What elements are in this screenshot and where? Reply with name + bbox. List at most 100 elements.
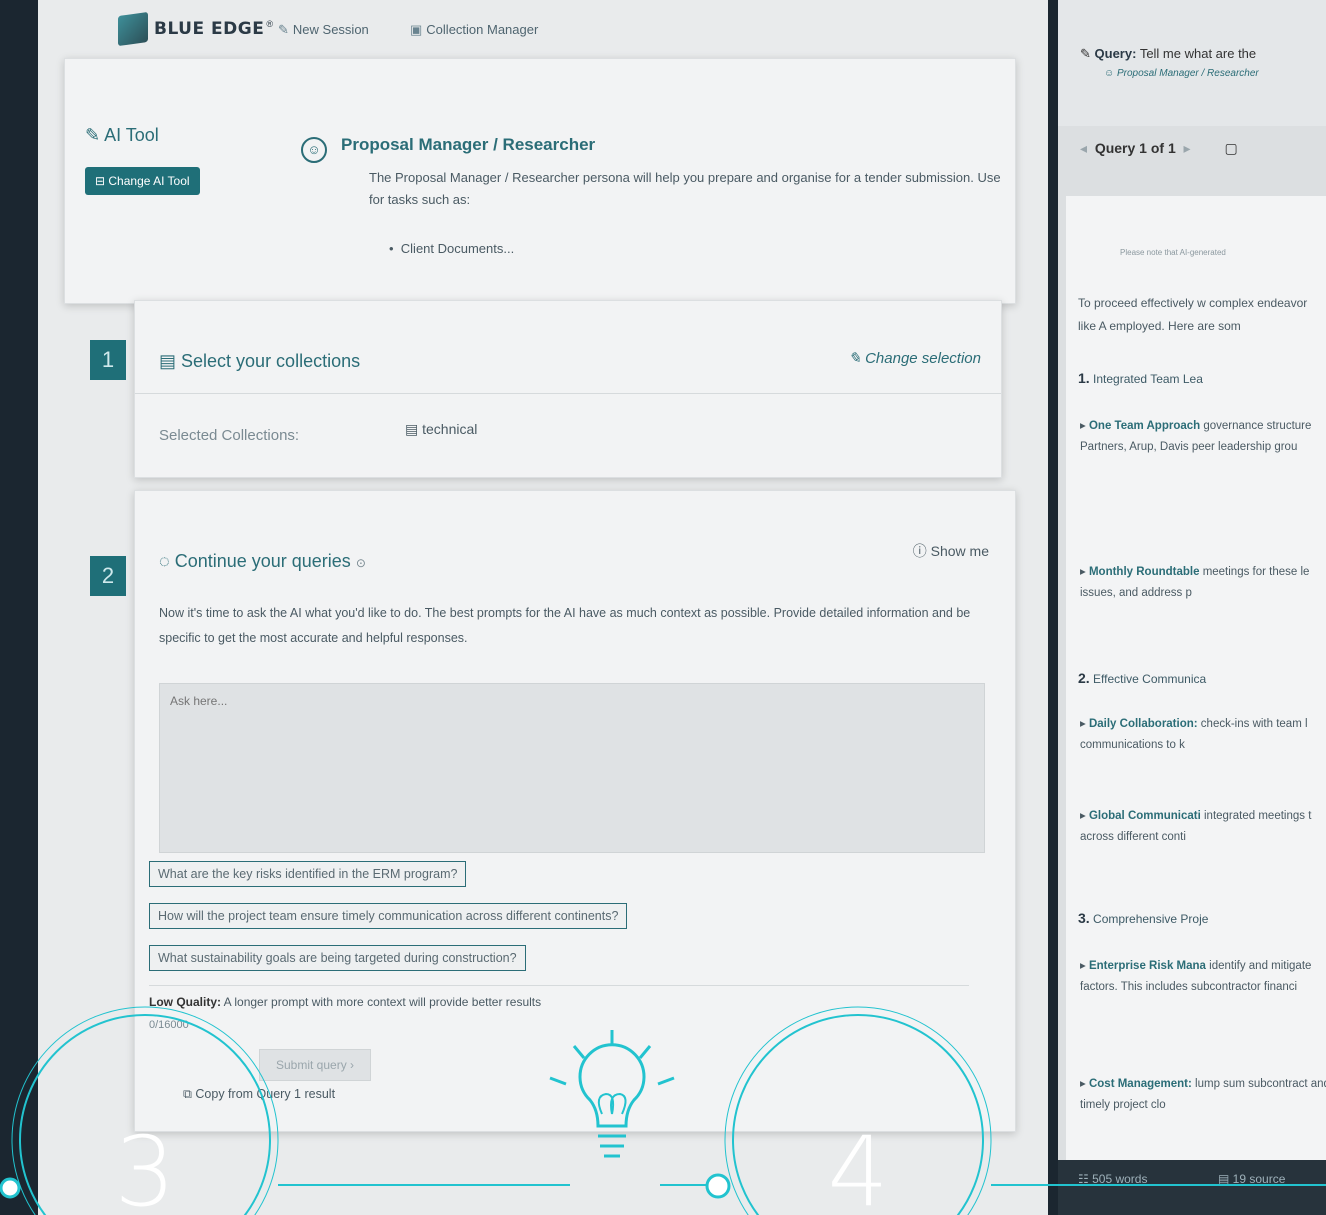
persona-avatar-icon: ☺ (301, 137, 327, 163)
answer-list-item: ▸ Enterprise Risk Mana identify and miti… (1080, 960, 1312, 993)
collections-heading-text: Select your collections (181, 351, 361, 371)
copy-from-label: Copy from Query 1 result (195, 1087, 336, 1101)
logo-cube-icon (118, 11, 148, 47)
item-title: Enterprise Risk Mana (1088, 960, 1206, 972)
item-title: Global Communicati (1088, 810, 1201, 822)
selected-collection-chip[interactable]: ▤ technical (405, 421, 477, 438)
persona-icon: ☺ (1104, 68, 1117, 79)
submit-query-label: Submit query (276, 1058, 347, 1072)
query-persona: ☺ Proposal Manager / Researcher (1104, 68, 1259, 79)
collections-heading: ▤ Select your collections (159, 351, 360, 372)
info-icon[interactable]: ⊙ (356, 556, 366, 570)
answer-list-item: ▸ Global Communicati integrated meetings… (1080, 810, 1312, 843)
item-title: Monthly Roundtable (1088, 566, 1200, 578)
briefcase-icon: ⊟ (95, 174, 109, 188)
ai-tool-card: ✎ AI Tool ⊟ Change AI Tool ☺ Proposal Ma… (64, 58, 1016, 304)
source-icon: ▤ (1218, 1172, 1233, 1186)
prompt-quality: Low Quality: A longer prompt with more c… (149, 995, 541, 1009)
logo-registered-mark: ® (266, 19, 273, 29)
word-count-text: 505 words (1092, 1172, 1148, 1186)
query-header: ✎ Query: Tell me what are the ☺ Proposal… (1058, 0, 1326, 126)
change-ai-tool-label: Change AI Tool (108, 174, 190, 188)
answer-box (1066, 196, 1326, 1176)
answer-intro: To proceed effectively w complex endeavo… (1078, 296, 1308, 333)
collection-icon: ▤ (405, 421, 423, 437)
query-text: Tell me what are the (1139, 46, 1257, 61)
selected-collections-label: Selected Collections: (159, 427, 300, 444)
answer-list-item: ▸ Cost Management: lump sum subcontract … (1080, 1074, 1326, 1116)
status-bar: ☷ 505 words ▤ 19 source (1058, 1160, 1326, 1215)
suggestion-chip[interactable]: What sustainability goals are being targ… (149, 945, 526, 971)
answer-list-item: ▸ One Team Approach governance structure… (1080, 420, 1312, 453)
quality-label: Low Quality: (149, 995, 221, 1009)
query-pager: ◂ Query 1 of 1 ▸ ▢ (1080, 140, 1238, 157)
section-title: Comprehensive Proje (1093, 912, 1209, 926)
answer-list-item: ▸ Daily Collaboration: check-ins with te… (1080, 718, 1308, 751)
help-icon: ⓘ (912, 543, 931, 559)
show-me-button[interactable]: ⓘ Show me (913, 541, 989, 561)
pencil-icon: ✎ (278, 22, 289, 37)
collection-icon: ▤ (159, 351, 182, 371)
change-selection-label: Change selection (865, 350, 981, 367)
suggestion-chip[interactable]: How will the project team ensure timely … (149, 903, 628, 929)
suggestion-chip[interactable]: What are the key risks identified in the… (149, 861, 467, 887)
selected-collection-name: technical (422, 421, 478, 437)
next-query-arrow[interactable]: ▸ (1176, 140, 1191, 156)
ai-tool-title: ✎ AI Tool (85, 125, 159, 146)
item-title: Daily Collaboration: (1088, 718, 1198, 730)
section-title: Integrated Team Lea (1093, 372, 1203, 386)
blue-edge-logo[interactable]: BLUE EDGE ® (118, 11, 273, 47)
query-persona-text: Proposal Manager / Researcher (1117, 68, 1259, 79)
persona-bullet-text: Client Documents... (400, 241, 515, 256)
ai-disclaimer: Please note that AI-generated (1120, 248, 1226, 257)
divider (135, 393, 1001, 394)
section-number: 2. (1078, 670, 1090, 686)
query-line: ✎ Query: Tell me what are the (1080, 46, 1256, 62)
queries-heading-text: Continue your queries (174, 551, 351, 571)
chevron-right-icon: › (350, 1058, 355, 1072)
change-ai-tool-button[interactable]: ⊟ Change AI Tool (85, 167, 200, 195)
section-number: 3. (1078, 910, 1090, 926)
step-3-dot (0, 1177, 21, 1199)
answer-section-heading: 1. Integrated Team Lea (1078, 370, 1203, 386)
text-icon: ☷ (1078, 1172, 1093, 1186)
folder-icon: ▣ (410, 22, 423, 37)
collections-card: ▤ Select your collections ✎ Change selec… (134, 300, 1002, 478)
persona-description: The Proposal Manager / Researcher person… (369, 170, 1001, 207)
step-1-badge: 1 (90, 340, 126, 380)
change-selection-link[interactable]: ✎ Change selection (848, 349, 981, 367)
main-app-panel: BLUE EDGE ® ✎ New Session ▣ Collection Man… (38, 0, 1085, 1215)
answer-section-heading: 2. Effective Communica (1078, 670, 1206, 686)
item-title: One Team Approach (1088, 420, 1201, 432)
copy-icon: ⧉ (183, 1087, 196, 1101)
query-input[interactable] (159, 683, 985, 853)
pencil-icon: ✎ (1080, 46, 1095, 61)
pencil-icon: ✎ (85, 125, 105, 145)
word-count: ☷ 505 words (1078, 1172, 1147, 1186)
queries-description: Now it's time to ask the AI what you'd l… (159, 606, 971, 645)
queries-heading: ◌ Continue your queries ⊙ (159, 551, 366, 572)
submit-query-button[interactable]: Submit query › (259, 1049, 372, 1081)
collection-manager-link[interactable]: ▣ Collection Manager (410, 22, 538, 38)
queries-card: ◌ Continue your queries ⊙ ⓘ Show me Now … (134, 490, 1016, 1132)
persona-title: Proposal Manager / Researcher (341, 135, 596, 154)
source-count[interactable]: ▤ 19 source (1218, 1172, 1285, 1186)
results-panel: ✎ Query: Tell me what are the ☺ Proposal… (1058, 0, 1326, 1215)
persona-bullet: • Client Documents... (389, 241, 515, 256)
answer-list-item: ▸ Monthly Roundtable meetings for these … (1080, 566, 1310, 599)
section-title: Effective Communica (1093, 672, 1207, 686)
collection-manager-label: Collection Manager (426, 22, 539, 37)
quality-text: A longer prompt with more context will p… (223, 995, 542, 1009)
copy-from-result-button[interactable]: ⧉ Copy from Query 1 result (183, 1087, 335, 1102)
new-session-label: New Session (292, 22, 369, 37)
pager-label: Query 1 of 1 (1094, 140, 1176, 156)
section-number: 1. (1078, 370, 1090, 386)
step-2-badge: 2 (90, 556, 126, 596)
character-counter: 0/16000 (149, 1019, 189, 1031)
previous-query-arrow[interactable]: ◂ (1080, 140, 1095, 156)
answer-section-heading: 3. Comprehensive Proje (1078, 910, 1208, 926)
divider (149, 985, 969, 986)
logo-text: BLUE EDGE (154, 19, 265, 39)
new-session-link[interactable]: ✎ New Session (278, 22, 369, 38)
copy-icon[interactable]: ▢ (1224, 140, 1237, 156)
